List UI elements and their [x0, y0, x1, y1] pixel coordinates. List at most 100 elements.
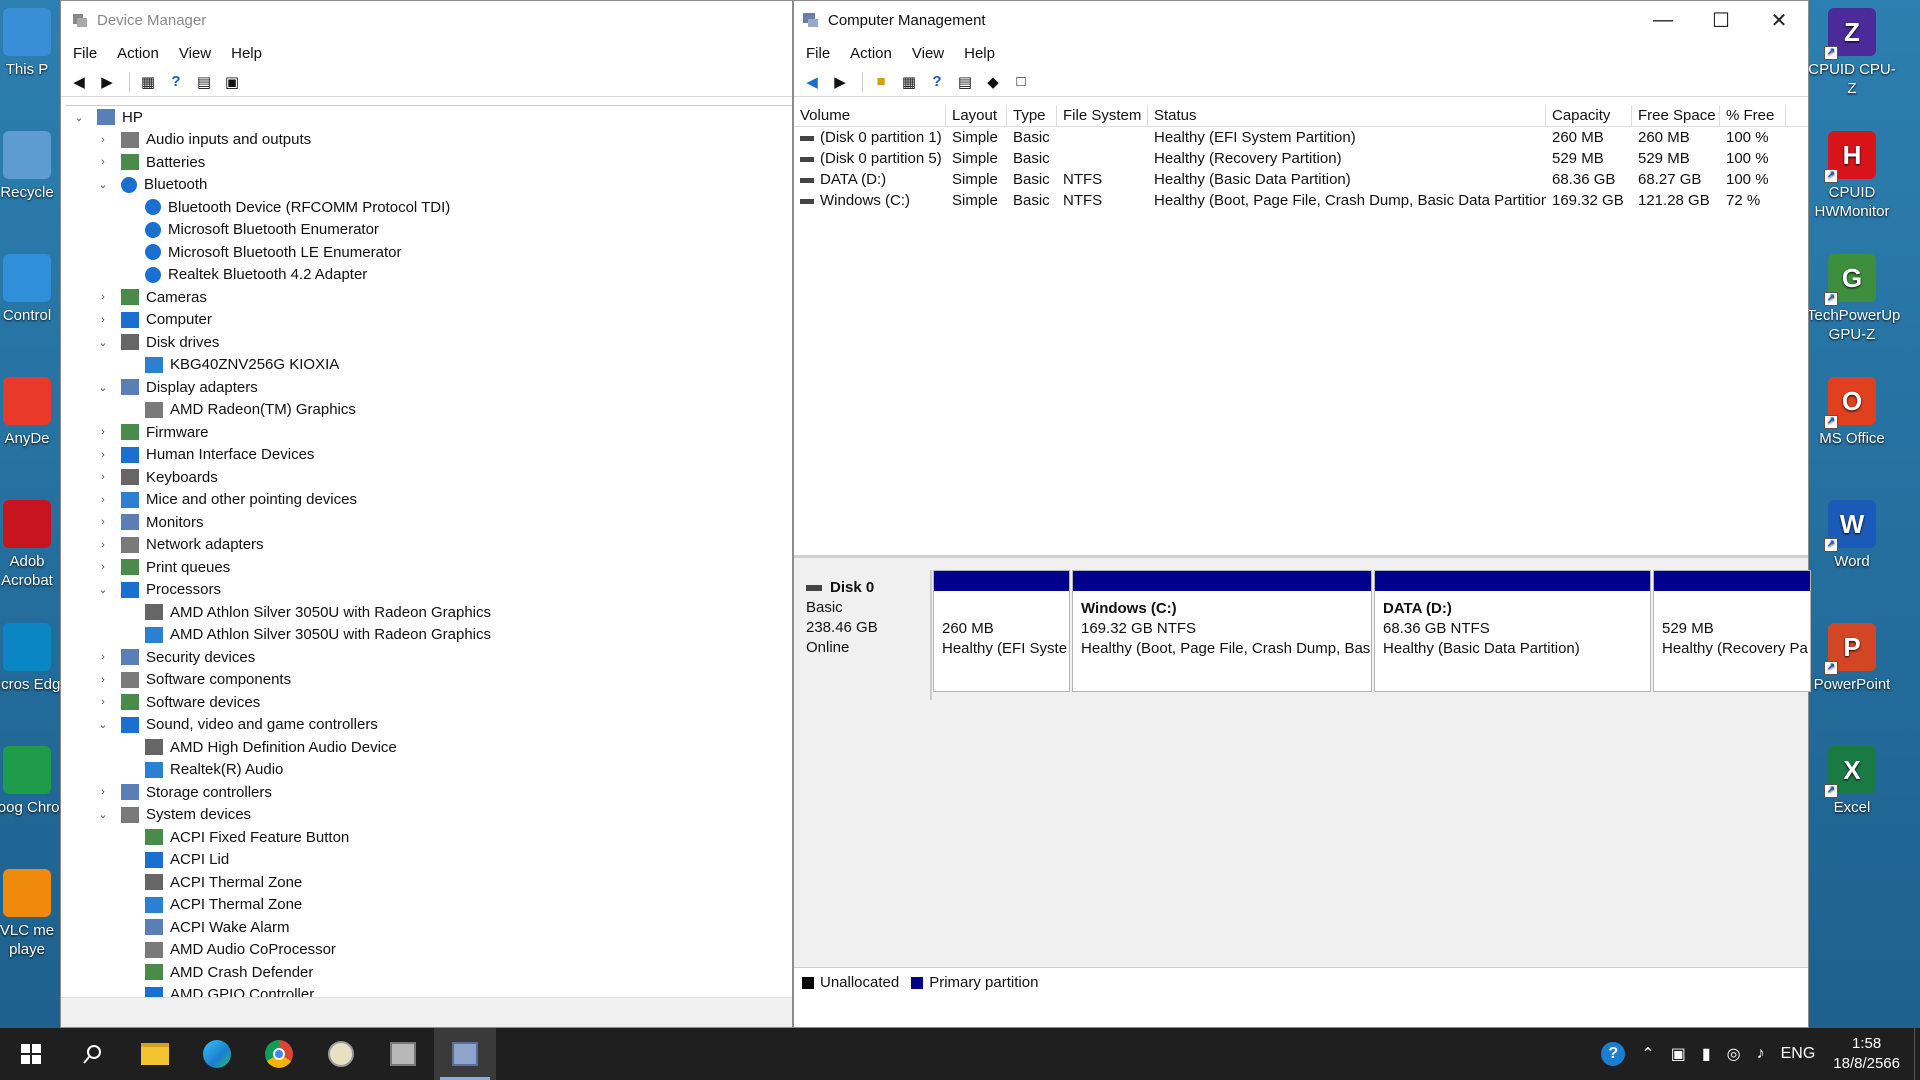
tree-item-print-queues[interactable]: › Print queues [65, 556, 792, 579]
folder-up-icon[interactable]: ■ [869, 70, 893, 94]
tree-item-acpi-lid[interactable]: ACPI Lid [65, 849, 792, 872]
tree-item-microsoft-bluetooth-enumerator[interactable]: Microsoft Bluetooth Enumerator [65, 219, 792, 242]
tree-item-bluetooth-device-rfcomm-protocol-tdi[interactable]: Bluetooth Device (RFCOMM Protocol TDI) [65, 196, 792, 219]
menu-action[interactable]: Action [117, 45, 159, 62]
meet-icon[interactable]: ▣ [1671, 1044, 1686, 1064]
chevron-right-icon[interactable]: › [97, 449, 109, 461]
chevron-down-icon[interactable]: ⌄ [97, 583, 109, 596]
tree-item-microsoft-bluetooth-le-enumerator[interactable]: Microsoft Bluetooth LE Enumerator [65, 241, 792, 264]
desktop-icon-cpuid-cpu-z[interactable]: Z ↗ CPUID CPU-Z [1807, 8, 1897, 98]
help-tray-icon[interactable]: ? [1601, 1042, 1626, 1066]
tree-item-software-components[interactable]: › Software components [65, 669, 792, 692]
tree-item-acpi-wake-alarm[interactable]: ACPI Wake Alarm [65, 916, 792, 939]
taskbar-edge[interactable] [186, 1028, 248, 1080]
partition-block[interactable]: Windows (C:) 169.32 GB NTFS Healthy (Boot,… [1072, 570, 1372, 692]
chevron-down-icon[interactable]: ⌄ [97, 808, 109, 821]
help-icon[interactable]: ? [925, 70, 949, 94]
tree-item-software-devices[interactable]: › Software devices [65, 691, 792, 714]
tree-item-acpi-fixed-feature-button[interactable]: ACPI Fixed Feature Button [65, 826, 792, 849]
chevron-right-icon[interactable]: › [97, 696, 109, 708]
tree-item-keyboards[interactable]: › Keyboards [65, 466, 792, 489]
tree-item-network-adapters[interactable]: › Network adapters [65, 534, 792, 557]
tree-item-disk-drives[interactable]: ⌄ Disk drives [65, 331, 792, 354]
tree-item-realtek-r-audio[interactable]: Realtek(R) Audio [65, 759, 792, 782]
tree-item-acpi-thermal-zone[interactable]: ACPI Thermal Zone [65, 894, 792, 917]
taskbar-device-manager[interactable] [372, 1028, 434, 1080]
tree-item-system-devices[interactable]: ⌄ System devices [65, 804, 792, 827]
column-header-type[interactable]: Type [1007, 105, 1057, 126]
desktop-icon-word[interactable]: W ↗ Word [1807, 500, 1897, 571]
tree-item-security-devices[interactable]: › Security devices [65, 646, 792, 669]
chevron-right-icon[interactable]: › [97, 426, 109, 438]
menu-file[interactable]: File [806, 45, 830, 62]
start-button[interactable] [0, 1028, 62, 1080]
tree-item-acpi-thermal-zone[interactable]: ACPI Thermal Zone [65, 871, 792, 894]
column-header-capacity[interactable]: Capacity [1546, 105, 1632, 126]
column-header-free-space[interactable]: Free Space [1632, 105, 1720, 126]
tree-item-processors[interactable]: ⌄ Processors [65, 579, 792, 602]
tree-item-firmware[interactable]: › Firmware [65, 421, 792, 444]
tree-item-amd-audio-coprocessor[interactable]: AMD Audio CoProcessor [65, 939, 792, 962]
tree-item-display-adapters[interactable]: ⌄ Display adapters [65, 376, 792, 399]
column-header-volume[interactable]: Volume [794, 105, 946, 126]
network-icon[interactable]: ◎ [1727, 1044, 1741, 1064]
volume-row[interactable]: Windows (C:) Simple Basic NTFS Healthy (Boot… [794, 190, 1808, 211]
maximize-button[interactable]: ☐ [1692, 1, 1750, 39]
search-button[interactable] [62, 1028, 124, 1080]
clock[interactable]: 1:58 18/8/2566 [1833, 1034, 1900, 1074]
menu-help[interactable]: Help [231, 45, 262, 62]
tree-item-sound-video-and-game-controllers[interactable]: ⌄ Sound, video and game controllers [65, 714, 792, 737]
taskbar-file-explorer[interactable] [124, 1028, 186, 1080]
chevron-right-icon[interactable]: › [97, 494, 109, 506]
chevron-up-icon[interactable]: ⌃ [1641, 1044, 1654, 1064]
show-desktop-button[interactable] [1914, 1028, 1920, 1080]
desktop-icon-cpuid-hwmonitor[interactable]: H ↗ CPUID HWMonitor [1807, 131, 1897, 221]
back-icon[interactable]: ◀ [67, 70, 91, 94]
tree-item-hp[interactable]: ⌄ HP [65, 106, 792, 129]
chevron-right-icon[interactable]: › [97, 674, 109, 686]
view-icon[interactable]: ▤ [192, 70, 216, 94]
chevron-right-icon[interactable]: › [97, 156, 109, 168]
tree-item-batteries[interactable]: › Batteries [65, 151, 792, 174]
properties-icon[interactable]: ▦ [897, 70, 921, 94]
desktop-icon-techpowerup-gpu-z[interactable]: G ↗ TechPowerUp GPU-Z [1807, 254, 1900, 344]
chevron-right-icon[interactable]: › [97, 314, 109, 326]
column-header-status[interactable]: Status [1148, 105, 1546, 126]
tree-item-amd-radeon-tm-graphics[interactable]: AMD Radeon(TM) Graphics [65, 399, 792, 422]
settings-panel-icon[interactable]: □ [1009, 70, 1033, 94]
monitor-icon[interactable]: ▣ [220, 70, 244, 94]
tree-item-amd-athlon-silver-3050u-with-radeon-graphics[interactable]: AMD Athlon Silver 3050U with Radeon Grap… [65, 624, 792, 647]
desktop-icon-excel[interactable]: X ↗ Excel [1807, 746, 1897, 817]
menu-help[interactable]: Help [964, 45, 995, 62]
volume-row[interactable]: (Disk 0 partition 5) Simple Basic Healthy (… [794, 148, 1808, 169]
chevron-right-icon[interactable]: › [97, 539, 109, 551]
volume-icon[interactable]: ♪ [1757, 1045, 1765, 1063]
chevron-down-icon[interactable]: ⌄ [97, 381, 109, 394]
language-indicator[interactable]: ENG [1781, 1045, 1816, 1063]
view-icon[interactable]: ▤ [953, 70, 977, 94]
menu-view[interactable]: View [912, 45, 944, 62]
device-manager-titlebar[interactable]: Device Manager [61, 1, 792, 39]
tree-item-cameras[interactable]: › Cameras [65, 286, 792, 309]
forward-icon[interactable]: ▶ [95, 70, 119, 94]
back-icon[interactable]: ◀ [800, 70, 824, 94]
tree-item-amd-athlon-silver-3050u-with-radeon-graphics[interactable]: AMD Athlon Silver 3050U with Radeon Grap… [65, 601, 792, 624]
tree-item-mice-and-other-pointing-devices[interactable]: › Mice and other pointing devices [65, 489, 792, 512]
tree-item-audio-inputs-and-outputs[interactable]: › Audio inputs and outputs [65, 129, 792, 152]
chevron-right-icon[interactable]: › [97, 786, 109, 798]
properties-icon[interactable]: ▦ [136, 70, 160, 94]
column-header-file-system[interactable]: File System [1057, 105, 1148, 126]
desktop-icon-ms-office[interactable]: O ↗ MS Office [1807, 377, 1897, 448]
tree-item-computer[interactable]: › Computer [65, 309, 792, 332]
desktop-icon-powerpoint[interactable]: P ↗ PowerPoint [1807, 623, 1897, 694]
tree-item-amd-crash-defender[interactable]: AMD Crash Defender [65, 961, 792, 984]
chevron-right-icon[interactable]: › [97, 291, 109, 303]
battery-icon[interactable]: ▮ [1702, 1044, 1711, 1064]
chevron-down-icon[interactable]: ⌄ [97, 718, 109, 731]
partition-block[interactable]: 529 MB Healthy (Recovery Pa [1653, 570, 1811, 692]
partition-block[interactable]: 260 MB Healthy (EFI Syste [933, 570, 1070, 692]
chevron-right-icon[interactable]: › [97, 134, 109, 146]
column-header-free[interactable]: % Free [1720, 105, 1786, 126]
close-button[interactable]: ✕ [1750, 1, 1808, 39]
tree-item-amd-high-definition-audio-device[interactable]: AMD High Definition Audio Device [65, 736, 792, 759]
